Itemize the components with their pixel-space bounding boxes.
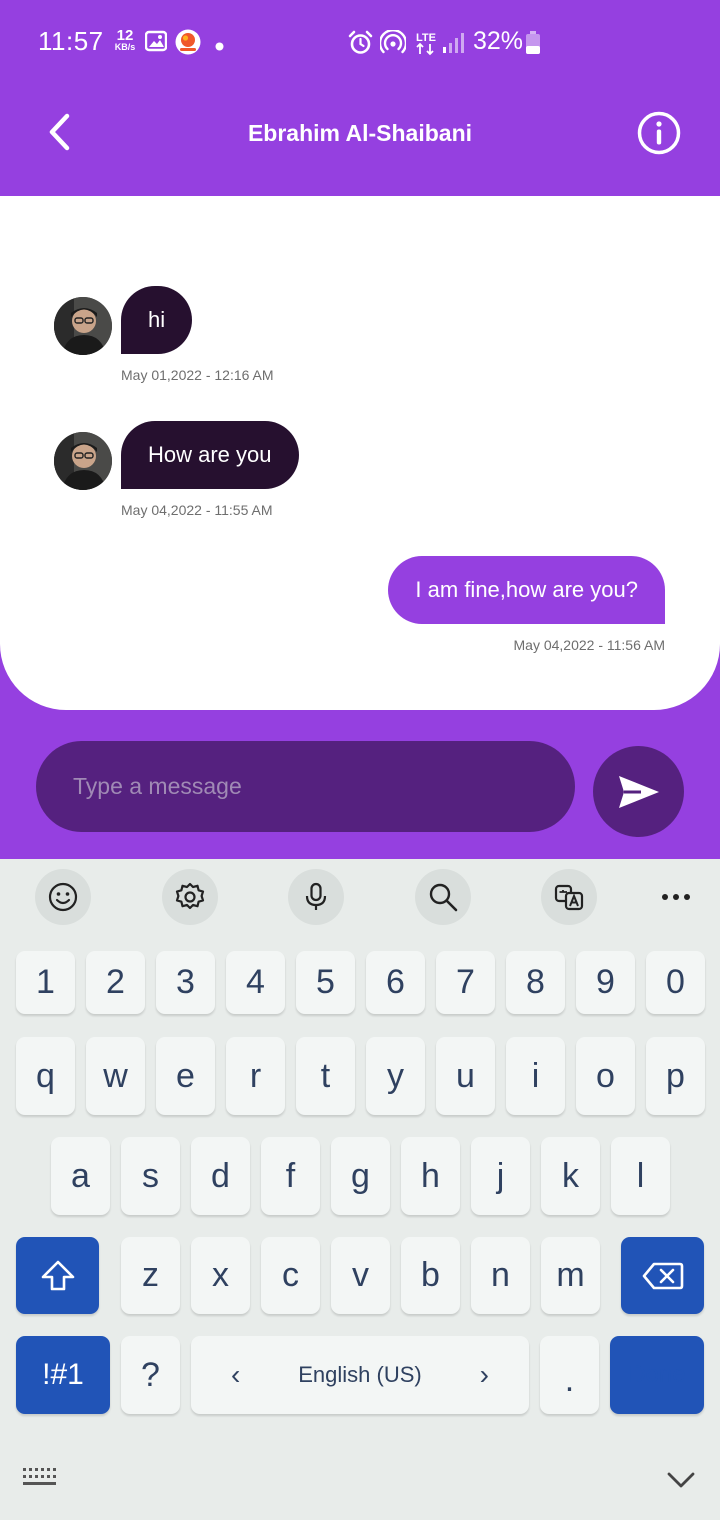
- send-icon: [618, 775, 659, 808]
- key-r[interactable]: r: [226, 1037, 285, 1115]
- key-4[interactable]: 4: [226, 951, 285, 1014]
- chat-header: Ebrahim Al-Shaibani: [0, 86, 720, 196]
- key-y[interactable]: y: [366, 1037, 425, 1115]
- network-speed: 12 KB/s: [110, 28, 140, 52]
- translate-button[interactable]: [541, 869, 597, 925]
- alarm-icon: [348, 30, 373, 60]
- backspace-icon: [642, 1262, 683, 1289]
- network-speed-unit: KB/s: [114, 42, 136, 52]
- message-timestamp: May 04,2022 - 11:55 AM: [121, 502, 273, 518]
- message-bubble-outgoing[interactable]: I am fine,how are you?: [388, 556, 665, 624]
- key-5[interactable]: 5: [296, 951, 355, 1014]
- chat-title: Ebrahim Al-Shaibani: [247, 120, 473, 146]
- key-p[interactable]: p: [646, 1037, 705, 1115]
- key-h[interactable]: h: [401, 1137, 460, 1215]
- key-i[interactable]: i: [506, 1037, 565, 1115]
- keyboard: 1 2 3 4 5 6 7 8 9 0 q w e r t y u i o p …: [0, 859, 720, 1520]
- avatar[interactable]: [54, 432, 112, 490]
- message-timestamp: May 01,2022 - 12:16 AM: [121, 367, 274, 383]
- send-button[interactable]: [593, 746, 684, 837]
- settings-button[interactable]: [162, 869, 218, 925]
- backspace-key[interactable]: [621, 1237, 704, 1314]
- dot-icon: [215, 38, 224, 56]
- more-icon: [662, 894, 690, 900]
- microphone-icon: [305, 882, 327, 910]
- message-bubble-incoming[interactable]: How are you: [121, 421, 299, 489]
- emoji-button[interactable]: [35, 869, 91, 925]
- hide-keyboard-button[interactable]: [666, 1465, 696, 1495]
- key-x[interactable]: x: [191, 1237, 250, 1314]
- language-prev-arrow: ‹: [231, 1359, 241, 1390]
- key-m[interactable]: m: [541, 1237, 600, 1314]
- translate-icon: [554, 884, 584, 911]
- key-s[interactable]: s: [121, 1137, 180, 1215]
- key-1[interactable]: 1: [16, 951, 75, 1014]
- shift-key[interactable]: [16, 1237, 99, 1314]
- key-f[interactable]: f: [261, 1137, 320, 1215]
- svg-text:LTE: LTE: [416, 32, 436, 44]
- key-k[interactable]: k: [541, 1137, 600, 1215]
- settings-icon: [175, 882, 205, 910]
- key-9[interactable]: 9: [576, 951, 635, 1014]
- key-8[interactable]: 8: [506, 951, 565, 1014]
- key-j[interactable]: j: [471, 1137, 530, 1215]
- message-bubble-incoming[interactable]: hi: [121, 286, 193, 354]
- language-next-arrow: ›: [479, 1359, 489, 1390]
- key-u[interactable]: u: [436, 1037, 495, 1115]
- key-w[interactable]: w: [86, 1037, 145, 1115]
- key-a[interactable]: a: [51, 1137, 110, 1215]
- done-key[interactable]: Done: [610, 1336, 704, 1414]
- key-o[interactable]: o: [576, 1037, 635, 1115]
- image-icon: [144, 30, 168, 57]
- message-input[interactable]: [36, 741, 575, 832]
- battery-icon: [525, 31, 541, 60]
- key-n[interactable]: n: [471, 1237, 530, 1314]
- key-7[interactable]: 7: [436, 951, 495, 1014]
- status-time: 11:57: [38, 26, 104, 56]
- key-e[interactable]: e: [156, 1037, 215, 1115]
- keyboard-switch-button[interactable]: [22, 1467, 56, 1487]
- key-q[interactable]: q: [16, 1037, 75, 1115]
- avatar[interactable]: [54, 297, 112, 355]
- battery-percent: 32%: [473, 27, 524, 55]
- app-notification-icon: [175, 29, 201, 60]
- shift-icon: [41, 1260, 74, 1290]
- language-label: English (US): [298, 1362, 422, 1387]
- composer: [0, 710, 720, 859]
- period-key[interactable]: .: [540, 1336, 599, 1414]
- key-l[interactable]: l: [611, 1137, 670, 1215]
- key-c[interactable]: c: [261, 1237, 320, 1314]
- search-icon: [429, 883, 458, 912]
- key-z[interactable]: z: [121, 1237, 180, 1314]
- search-button[interactable]: [415, 869, 471, 925]
- more-button[interactable]: [648, 869, 704, 925]
- key-0[interactable]: 0: [646, 951, 705, 1014]
- key-g[interactable]: g: [331, 1137, 390, 1215]
- key-v[interactable]: v: [331, 1237, 390, 1314]
- key-t[interactable]: t: [296, 1037, 355, 1115]
- question-key[interactable]: ?: [121, 1336, 180, 1414]
- info-icon: [637, 111, 681, 155]
- symbols-key[interactable]: !#1: [16, 1336, 110, 1414]
- key-2[interactable]: 2: [86, 951, 145, 1014]
- key-b[interactable]: b: [401, 1237, 460, 1314]
- lte-icon: LTE: [414, 30, 438, 61]
- message-timestamp: May 04,2022 - 11:56 AM: [513, 637, 666, 653]
- network-speed-value: 12: [116, 27, 134, 44]
- chevron-down-icon: [667, 1472, 695, 1488]
- keyboard-grid-icon: [23, 1468, 56, 1485]
- hotspot-icon: [378, 29, 408, 59]
- emoji-icon: [48, 882, 78, 912]
- spacebar-key[interactable]: ‹ English (US) ›: [191, 1336, 529, 1414]
- message-list[interactable]: hi May 01,2022 - 12:16 AM How are you Ma…: [0, 196, 720, 710]
- voice-input-button[interactable]: [288, 869, 344, 925]
- signal-icon: [442, 32, 464, 59]
- status-bar: 11:57 12 KB/s LTE 32%: [0, 0, 720, 86]
- info-button[interactable]: [636, 110, 682, 156]
- key-6[interactable]: 6: [366, 951, 425, 1014]
- key-d[interactable]: d: [191, 1137, 250, 1215]
- key-3[interactable]: 3: [156, 951, 215, 1014]
